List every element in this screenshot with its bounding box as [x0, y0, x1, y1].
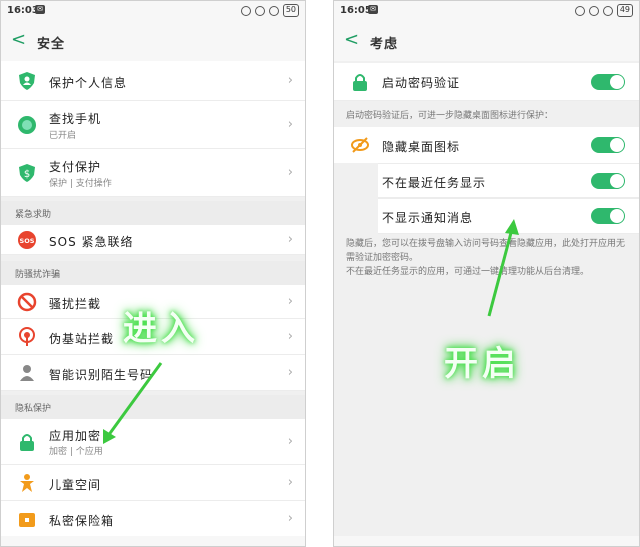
bottom-bar — [334, 536, 639, 546]
annotation-arrow-left — [103, 362, 163, 444]
annotation-arrow-right — [487, 219, 519, 317]
right-phone-screen: 16:05 ✉ 49 < 考虑 启动密码验证 启动密码验证后，可进一步隐藏桌面图… — [333, 0, 640, 547]
left-phone-screen: 16:03 ✉ 50 < 安全 保护个人信息 › 查找手机 已开启 › $ 支付… — [0, 0, 306, 547]
